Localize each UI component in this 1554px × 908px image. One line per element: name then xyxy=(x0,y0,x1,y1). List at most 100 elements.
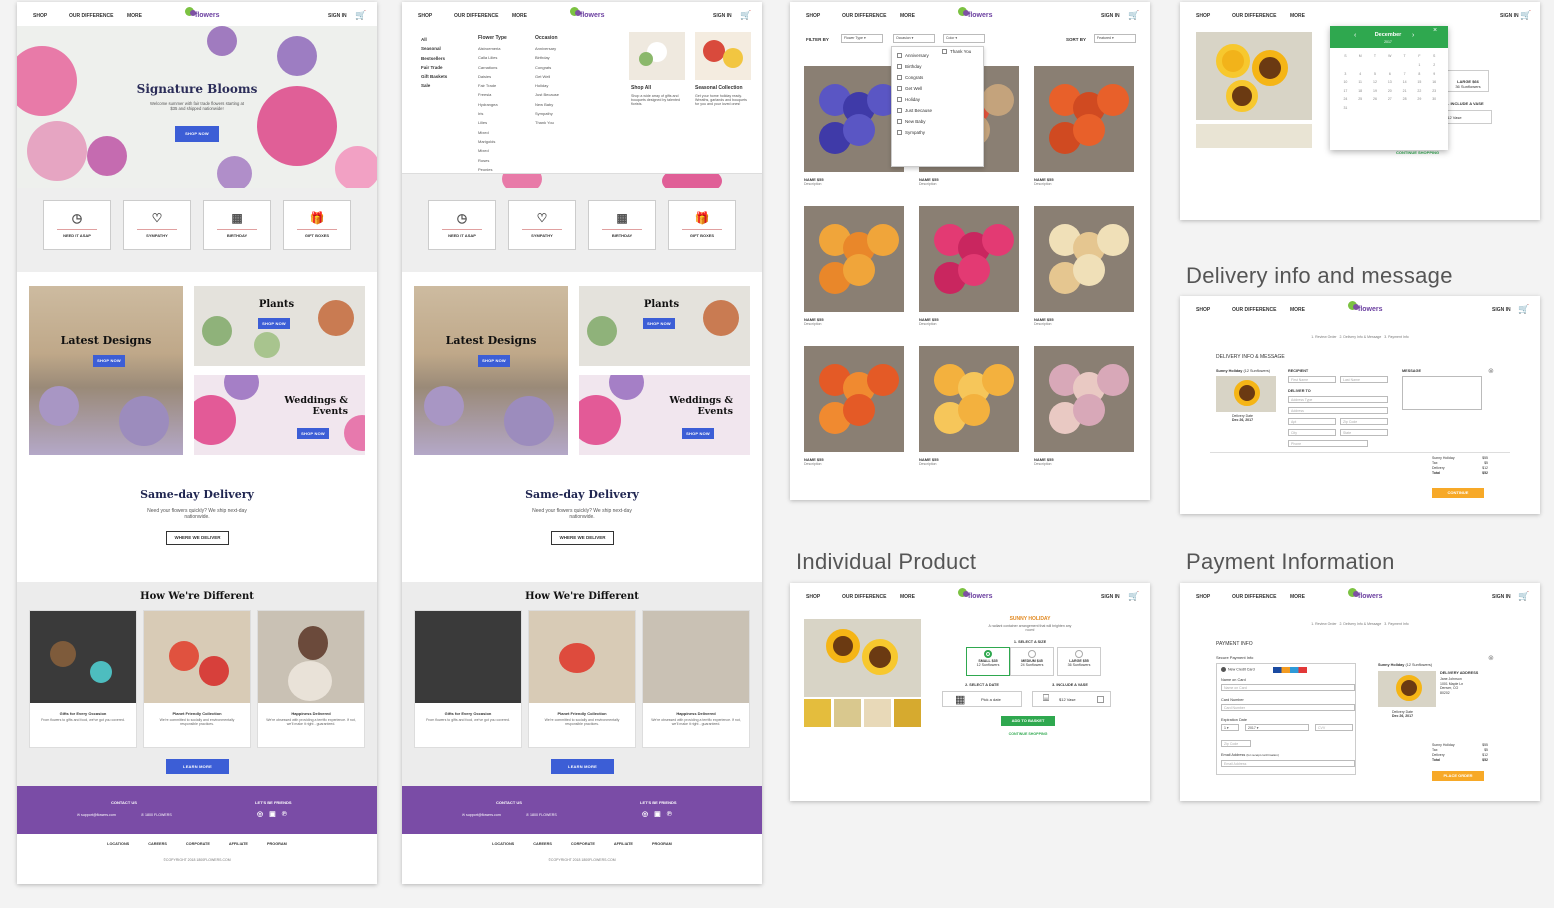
flower-type-select[interactable]: Flower Type ▾ xyxy=(841,34,883,43)
menu-item[interactable]: Fair Trade xyxy=(421,63,447,72)
apt-input[interactable]: Apt xyxy=(1288,418,1336,425)
product-tile[interactable] xyxy=(919,206,1019,312)
email-link[interactable]: ✉ support@flowers.com xyxy=(462,813,501,817)
plants-shop-now-button[interactable]: SHOP NOW xyxy=(258,318,290,329)
nav-our-difference[interactable]: OUR DIFFERENCE xyxy=(1232,13,1276,19)
menu-item[interactable]: New Baby xyxy=(535,100,559,109)
calendar-day[interactable]: 24 xyxy=(1338,97,1353,101)
size-small-option[interactable]: SMALL $35 12 Sunflowers xyxy=(966,647,1010,676)
city-input[interactable]: City xyxy=(1288,429,1336,436)
nav-more[interactable]: MORE xyxy=(512,13,527,19)
occasion-select[interactable]: Occasion ▾ xyxy=(893,34,935,43)
category-birthday[interactable]: ▦ BIRTHDAY xyxy=(203,200,271,250)
calendar-day[interactable]: 10 xyxy=(1338,80,1353,84)
nav-more[interactable]: MORE xyxy=(900,594,915,600)
menu-item[interactable]: Roses xyxy=(478,156,500,165)
nav-sign-in[interactable]: SIGN IN xyxy=(713,13,732,19)
color-select[interactable]: Color ▾ xyxy=(943,34,985,43)
nav-more[interactable]: MORE xyxy=(127,13,142,19)
calendar-day[interactable]: 31 xyxy=(1338,106,1353,110)
occasion-option[interactable]: Birthday xyxy=(897,61,978,72)
last-name-input[interactable]: Last Name xyxy=(1340,376,1388,383)
weddings-shop-now-button[interactable]: SHOP NOW xyxy=(297,428,329,439)
category-birthday[interactable]: ▦ BIRTHDAY xyxy=(588,200,656,250)
calendar-day[interactable]: 30 xyxy=(1427,97,1442,101)
menu-item[interactable]: Iris xyxy=(478,109,500,118)
social-icons[interactable]: ◎▣℗ xyxy=(642,810,678,818)
learn-more-button[interactable]: LEARN MORE xyxy=(551,759,614,774)
menu-item[interactable]: Sympathy xyxy=(535,109,559,118)
brand-logo[interactable]: flowers xyxy=(1348,588,1383,602)
menu-item[interactable]: Marigolds xyxy=(478,137,500,146)
add-to-basket-button[interactable]: ADD TO BASKET xyxy=(1001,716,1055,726)
calendar-day[interactable]: 5 xyxy=(1368,72,1383,76)
category-sympathy[interactable]: ♡ SYMPATHY xyxy=(508,200,576,250)
nav-our-difference[interactable]: OUR DIFFERENCE xyxy=(1232,594,1276,600)
brand-logo[interactable]: flowers xyxy=(570,7,605,21)
first-name-input[interactable]: First Name xyxy=(1288,376,1336,383)
plants-shop-now-button[interactable]: SHOP NOW xyxy=(643,318,675,329)
footer-link[interactable]: CAREERS xyxy=(148,842,167,846)
address-type-input[interactable]: Address Type xyxy=(1288,396,1388,403)
calendar-day[interactable]: 6 xyxy=(1382,72,1397,76)
menu-item[interactable]: Freesia xyxy=(478,90,500,99)
cart-icon[interactable]: 🛒 xyxy=(1128,591,1139,602)
calendar-day[interactable]: 4 xyxy=(1353,72,1368,76)
seasonal-image[interactable] xyxy=(695,32,751,80)
nav-more[interactable]: MORE xyxy=(1290,307,1305,313)
calendar-day[interactable]: 16 xyxy=(1427,80,1442,84)
menu-item[interactable]: Congrats xyxy=(535,63,559,72)
brand-logo[interactable]: flowers xyxy=(958,588,993,602)
latest-designs-tile[interactable]: Latest Designs SHOP NOW xyxy=(29,286,183,455)
menu-item[interactable]: Alstroemeria xyxy=(478,44,500,53)
where-we-deliver-button[interactable]: WHERE WE DELIVER xyxy=(551,531,614,545)
calendar-day[interactable]: 2 xyxy=(1427,63,1442,67)
vase-option[interactable]: ⌸ $12 Vase xyxy=(1032,691,1111,707)
diff-card-planet[interactable]: Planet Friendly Collection We're committ… xyxy=(143,610,251,748)
menu-item[interactable]: Get Well xyxy=(535,72,559,81)
calendar-day[interactable]: 18 xyxy=(1353,89,1368,93)
nav-shop[interactable]: SHOP xyxy=(1196,594,1210,600)
email-input[interactable]: Email Address xyxy=(1221,760,1355,767)
new-card-radio[interactable]: New Credit Card xyxy=(1221,667,1255,672)
calendar-day[interactable]: 27 xyxy=(1382,97,1397,101)
calendar-day[interactable]: 23 xyxy=(1427,89,1442,93)
shop-all-image[interactable] xyxy=(629,32,685,80)
place-order-button[interactable]: PLACE ORDER xyxy=(1432,771,1484,781)
continue-shopping-link[interactable]: CONTINUE SHOPPING xyxy=(990,732,1066,736)
size-medium-option[interactable]: MEDIUM $45 24 Sunflowers xyxy=(1010,647,1054,676)
zip-input[interactable]: Zip Code xyxy=(1340,418,1388,425)
menu-item[interactable]: Mixed xyxy=(478,146,500,155)
occasion-option-thank-you[interactable]: Thank You xyxy=(942,49,971,55)
size-large-option[interactable]: LARGE $55 36 Sunflowers xyxy=(1057,647,1101,676)
plants-tile[interactable]: Plants SHOP NOW xyxy=(579,286,750,366)
calendar-day[interactable]: 19 xyxy=(1368,89,1383,93)
footer-link[interactable]: LOCATIONS xyxy=(107,842,129,846)
diff-card-gifts[interactable]: Gifts for Every Occasion From flowers to… xyxy=(29,610,137,748)
menu-item[interactable]: Peonies xyxy=(478,165,500,174)
calendar-day[interactable]: 22 xyxy=(1412,89,1427,93)
menu-item[interactable]: Gift Baskets xyxy=(421,72,447,81)
menu-item[interactable]: Just Because xyxy=(535,90,559,99)
cart-icon[interactable]: 🛒 xyxy=(355,10,366,21)
footer-link[interactable]: CORPORATE xyxy=(186,842,210,846)
nav-more[interactable]: MORE xyxy=(1290,594,1305,600)
card-number-input[interactable]: Card Number xyxy=(1221,704,1355,711)
occasion-option[interactable]: Sympathy xyxy=(897,127,978,138)
menu-item[interactable]: Thank You xyxy=(535,118,559,127)
calendar-day[interactable]: 11 xyxy=(1353,80,1368,84)
weddings-shop-now-button[interactable]: SHOP NOW xyxy=(682,428,714,439)
cart-icon[interactable]: 🛒 xyxy=(1518,304,1529,315)
menu-item[interactable]: Lilies xyxy=(478,118,500,127)
continue-shopping-link[interactable]: CONTINUE SHOPPING xyxy=(1396,150,1439,155)
weddings-tile[interactable]: Weddings & Events SHOP NOW xyxy=(194,375,365,455)
occasion-option[interactable]: Just Because xyxy=(897,105,978,116)
name-on-card-input[interactable]: Name on Card xyxy=(1221,684,1355,691)
nav-more[interactable]: MORE xyxy=(900,13,915,19)
category-need-it-asap[interactable]: ◷ NEED IT ASAP xyxy=(43,200,111,250)
menu-item[interactable]: Carnations xyxy=(478,63,500,72)
nav-more[interactable]: MORE xyxy=(1290,13,1305,19)
product-tile[interactable] xyxy=(919,346,1019,452)
diff-card-planet[interactable]: Planet Friendly Collection We're committ… xyxy=(528,610,636,748)
calendar-day[interactable]: 28 xyxy=(1397,97,1412,101)
